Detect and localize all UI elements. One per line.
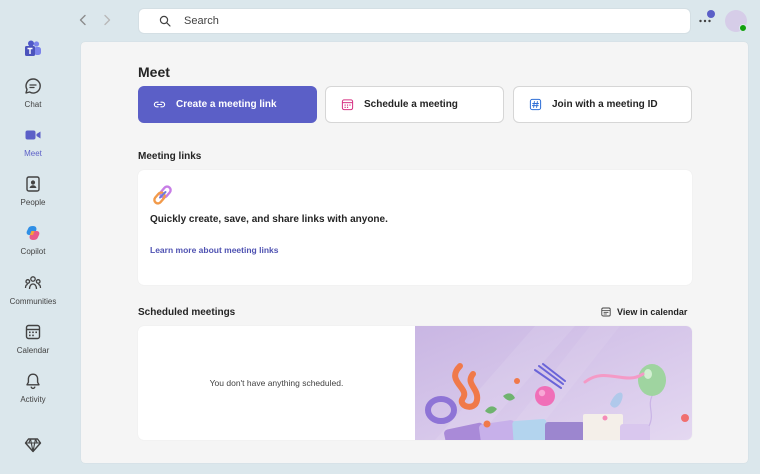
teams-logo-icon[interactable] — [24, 40, 42, 58]
join-with-meeting-id-label: Join with a meeting ID — [552, 99, 658, 110]
chat-icon — [25, 78, 41, 94]
copilot-icon — [26, 226, 40, 240]
notification-dot — [707, 10, 715, 18]
bell-icon — [26, 373, 40, 390]
scheduled-meetings-card: You don't have anything scheduled. — [138, 326, 692, 440]
create-meeting-link-button[interactable]: Create a meeting link — [138, 86, 317, 123]
back-arrow-icon[interactable] — [76, 13, 90, 27]
rail-label-activity: Activity — [20, 395, 46, 404]
calendar-icon — [25, 324, 41, 340]
video-camera-icon — [25, 130, 41, 140]
link-icon — [153, 101, 166, 108]
meeting-links-card: Quickly create, save, and share links wi… — [138, 170, 692, 285]
learn-more-meeting-links-link[interactable]: Learn more about meeting links — [150, 245, 278, 255]
schedule-meeting-label: Schedule a meeting — [364, 99, 458, 110]
rail-label-copilot: Copilot — [20, 247, 46, 256]
rail-label-chat: Chat — [24, 100, 42, 109]
rail-label-communities: Communities — [9, 297, 57, 306]
chain-link-illustration-icon — [153, 185, 172, 205]
premium-diamond-icon[interactable] — [24, 436, 42, 454]
calendar-icon — [601, 307, 611, 317]
meeting-links-description: Quickly create, save, and share links wi… — [150, 214, 388, 225]
rail-item-chat[interactable]: Chat — [0, 77, 66, 121]
search-bar[interactable]: Search — [138, 8, 691, 34]
schedule-meeting-button[interactable]: Schedule a meeting — [325, 86, 504, 123]
presence-status-icon — [739, 24, 747, 32]
celebration-illustration — [415, 326, 692, 440]
rail-label-calendar: Calendar — [16, 346, 50, 355]
meeting-links-title: Meeting links — [138, 151, 202, 162]
rail-label-people: People — [20, 198, 46, 207]
search-placeholder: Search — [184, 15, 219, 27]
rail-item-copilot[interactable]: Copilot — [0, 224, 66, 268]
rail-item-people[interactable]: People — [0, 175, 66, 219]
hashtag-icon — [529, 98, 542, 111]
join-with-meeting-id-button[interactable]: Join with a meeting ID — [513, 86, 692, 123]
forward-arrow-icon[interactable] — [100, 13, 114, 27]
no-meetings-message: You don't have anything scheduled. — [138, 326, 415, 440]
scheduled-meetings-title: Scheduled meetings — [138, 307, 236, 318]
contact-card-icon — [26, 176, 40, 192]
app-rail: Chat Meet People Copilot Communities Cal… — [0, 0, 66, 474]
view-in-calendar-label: View in calendar — [617, 307, 688, 317]
create-meeting-link-label: Create a meeting link — [176, 99, 277, 110]
rail-item-communities[interactable]: Communities — [0, 274, 66, 318]
rail-item-calendar[interactable]: Calendar — [0, 323, 66, 367]
meet-panel: Meet Create a meeting link Schedule a me… — [81, 42, 748, 463]
rail-item-meet[interactable]: Meet — [0, 126, 66, 170]
view-in-calendar-button[interactable]: View in calendar — [601, 307, 687, 317]
no-meetings-text: You don't have anything scheduled. — [209, 378, 344, 388]
communities-icon — [24, 276, 42, 290]
rail-label-meet: Meet — [24, 149, 42, 158]
rail-item-activity[interactable]: Activity — [0, 372, 66, 416]
search-icon — [159, 15, 171, 27]
calendar-add-icon — [341, 99, 354, 111]
page-title: Meet — [138, 64, 170, 80]
